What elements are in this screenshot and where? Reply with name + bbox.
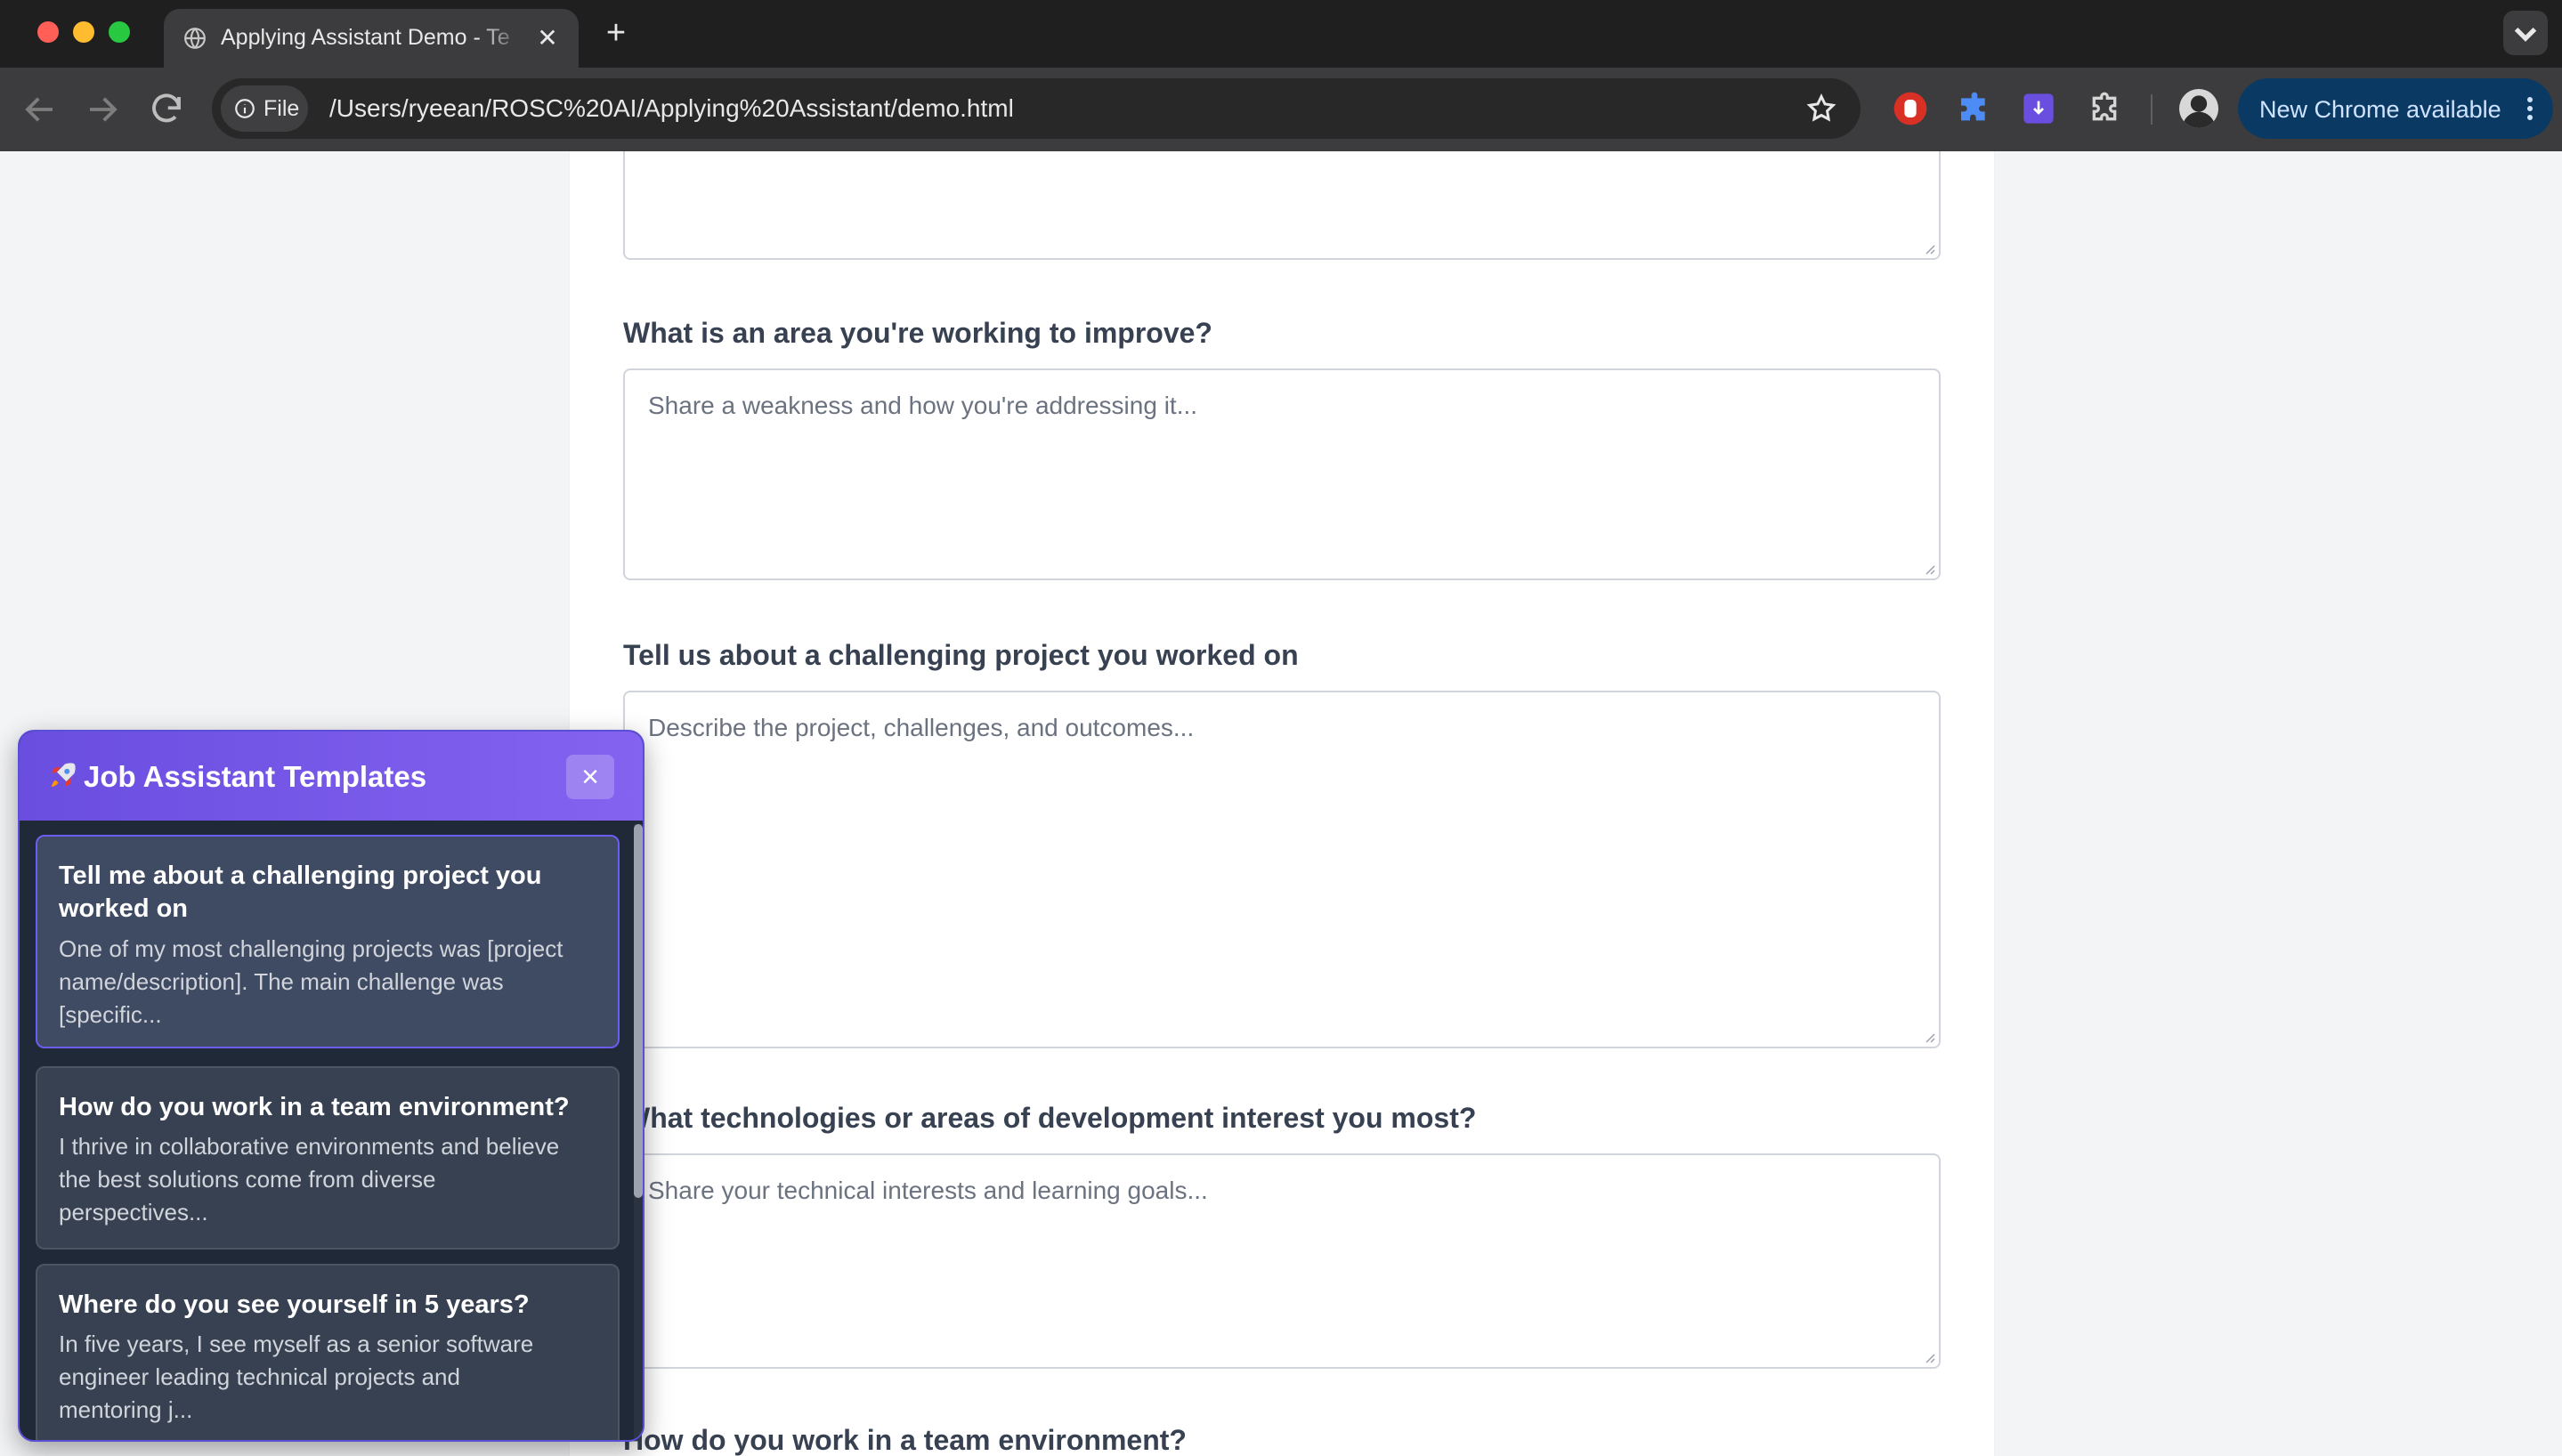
browser-tab-strip: Applying Assistant Demo - Te ✕ +: [0, 0, 2562, 68]
template-preview-line: mentoring j...: [59, 1396, 193, 1423]
template-card-team-environment[interactable]: How do you work in a team environment? I…: [36, 1066, 620, 1250]
job-assistant-panel: Job Assistant Templates × Tell me about …: [18, 730, 645, 1442]
template-preview-line: the best solutions come from diverse: [59, 1166, 436, 1193]
new-tab-plus-icon[interactable]: +: [598, 16, 634, 52]
rocket-icon: [46, 760, 78, 792]
resize-grip-icon: [1926, 245, 1935, 255]
template-list: Tell me about a challenging project you …: [20, 821, 643, 1440]
question-label-technologies: What technologies or areas of developmen…: [623, 1102, 1477, 1134]
info-icon: [235, 99, 255, 118]
site-info-chip[interactable]: File: [221, 85, 308, 132]
new-chrome-available-button[interactable]: New Chrome available: [2238, 78, 2553, 139]
extensions-puzzle-icon[interactable]: [2087, 91, 2122, 126]
tab-title: Applying Assistant Demo - Te: [221, 25, 510, 50]
window-zoom-button[interactable]: [109, 21, 130, 43]
template-preview-line: perspectives...: [59, 1199, 208, 1225]
more-vert-icon[interactable]: [2519, 93, 2541, 125]
blue-puzzle-extension-icon[interactable]: [1957, 91, 1992, 126]
update-label: New Chrome available: [2259, 96, 2501, 123]
active-tab[interactable]: Applying Assistant Demo - Te ✕: [164, 9, 579, 68]
browser-toolbar: File /Users/ryeean/ROSC%20AI/Applying%20…: [0, 68, 2562, 151]
panel-header: Job Assistant Templates ×: [20, 732, 643, 821]
reload-icon[interactable]: [148, 91, 185, 128]
question-label-improve: What is an area you're working to improv…: [623, 317, 1212, 349]
template-preview-line: One of my most challenging projects was …: [59, 935, 563, 962]
toolbar-divider: [2151, 94, 2153, 125]
profile-avatar[interactable]: [2179, 89, 2218, 128]
technologies-textarea[interactable]: Share your technical interests and learn…: [623, 1153, 1941, 1369]
template-preview-line: engineer leading technical projects and: [59, 1363, 460, 1390]
window-close-button[interactable]: [37, 21, 59, 43]
challenging-project-textarea[interactable]: Describe the project, challenges, and ou…: [623, 691, 1941, 1048]
technologies-placeholder: Share your technical interests and learn…: [648, 1177, 1208, 1204]
scrollbar-thumb[interactable]: [634, 824, 643, 1198]
template-title: How do you work in a team environment?: [59, 1093, 570, 1121]
template-preview-line: [specific...: [59, 1001, 162, 1028]
chevron-down-icon: [2514, 27, 2537, 42]
improve-placeholder: Share a weakness and how you're addressi…: [648, 392, 1198, 419]
url-text[interactable]: /Users/ryeean/ROSC%20AI/Applying%20Assis…: [329, 94, 1014, 123]
tab-close-icon[interactable]: ✕: [534, 25, 561, 52]
stop-hand-extension-icon[interactable]: [1893, 91, 1928, 126]
site-info-label: File: [263, 96, 300, 121]
challenging-project-placeholder: Describe the project, challenges, and ou…: [648, 714, 1195, 741]
template-title: Where do you see yourself in 5 years?: [59, 1290, 530, 1319]
template-preview-line: I thrive in collaborative environments a…: [59, 1133, 560, 1160]
template-title: Tell me about a challenging project you …: [59, 861, 542, 923]
back-icon[interactable]: [21, 91, 59, 128]
question-label-team: How do you work in a team environment?: [623, 1424, 1187, 1456]
bookmark-star-icon[interactable]: [1805, 93, 1837, 125]
template-preview-line: In five years, I see myself as a senior …: [59, 1331, 534, 1357]
forward-icon[interactable]: [84, 91, 121, 128]
tab-search-button[interactable]: [2503, 11, 2548, 55]
globe-icon: [184, 28, 206, 49]
panel-title: Job Assistant Templates: [84, 760, 427, 793]
previous-answer-textarea[interactable]: [623, 151, 1941, 260]
template-card-five-years[interactable]: Where do you see yourself in 5 years? In…: [36, 1264, 620, 1440]
address-bar[interactable]: File /Users/ryeean/ROSC%20AI/Applying%20…: [212, 78, 1861, 139]
improve-textarea[interactable]: Share a weakness and how you're addressi…: [623, 368, 1941, 580]
resize-grip-icon: [1926, 1354, 1935, 1363]
question-label-challenging-project: Tell us about a challenging project you …: [623, 639, 1299, 671]
purple-extension-icon[interactable]: [2021, 91, 2056, 126]
panel-close-button[interactable]: ×: [566, 755, 614, 799]
resize-grip-icon: [1926, 565, 1935, 575]
window-minimize-button[interactable]: [73, 21, 94, 43]
template-card-challenging-project[interactable]: Tell me about a challenging project you …: [36, 835, 620, 1048]
resize-grip-icon: [1926, 1033, 1935, 1043]
template-preview-line: name/description]. The main challenge wa…: [59, 968, 504, 995]
